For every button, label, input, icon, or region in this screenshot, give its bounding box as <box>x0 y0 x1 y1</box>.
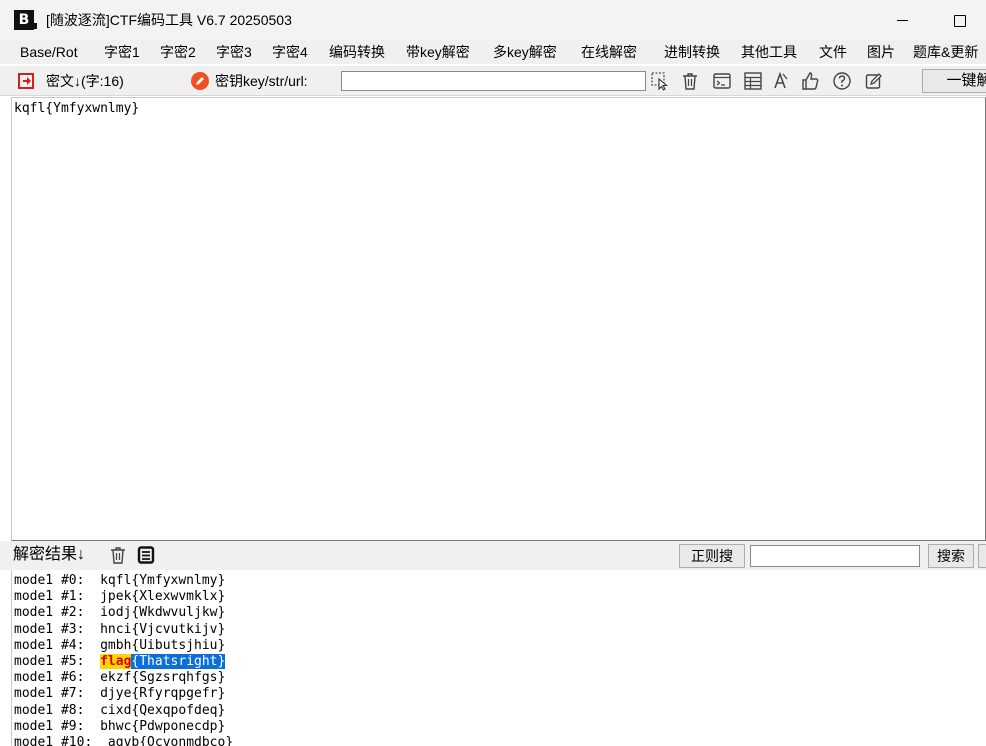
search-input[interactable] <box>750 545 920 567</box>
menu-file[interactable]: 文件 <box>819 43 847 61</box>
cursor-select-icon[interactable] <box>648 70 672 92</box>
result-row: mode1 #6: ekzf{Sgzsrqhfgs} <box>14 670 984 686</box>
edit-icon[interactable] <box>862 70 886 92</box>
result-mode-label: mode1 #2: <box>14 605 101 621</box>
menu-zimi-2[interactable]: 字密2 <box>160 43 196 61</box>
result-mode-label: mode1 #10: <box>14 734 108 746</box>
result-text: hnci{Vjcvutkijv} <box>100 621 226 637</box>
result-mode-label: mode1 #7: <box>14 686 101 702</box>
result-text: cixd{Qexqpofdeq} <box>100 702 226 718</box>
result-text: ekzf{Sgzsrqhfgs} <box>100 670 226 686</box>
table-icon[interactable] <box>741 70 765 92</box>
trash-icon[interactable] <box>678 70 702 92</box>
key-label: 密钥key/str/url: <box>215 73 308 89</box>
menu-online-decrypt[interactable]: 在线解密 <box>581 43 637 61</box>
menu-encoding-convert[interactable]: 编码转换 <box>329 43 385 61</box>
menu-base-convert[interactable]: 进制转换 <box>664 43 720 61</box>
key-input[interactable] <box>341 71 646 91</box>
search-button[interactable]: 搜索 <box>928 544 974 568</box>
results-label: 解密结果↓ <box>13 546 86 563</box>
result-text: jpek{Xlexwvmklx} <box>100 589 226 605</box>
selected-result-text: {Thatsright} <box>131 653 226 669</box>
terminal-icon[interactable] <box>710 70 734 92</box>
app-logo-icon: B <box>14 10 37 30</box>
font-icon[interactable] <box>769 70 793 92</box>
result-row: mode1 #1: jpek{Xlexwvmklx} <box>14 589 984 605</box>
result-mode-label: mode1 #8: <box>14 702 101 718</box>
flag-highlight: flag <box>100 653 132 669</box>
one-key-decrypt-button[interactable]: 一键解 <box>922 69 986 93</box>
result-row: mode1 #8: cixd{Qexqpofdeq} <box>14 703 984 719</box>
result-mode-label: mode1 #4: <box>14 637 101 653</box>
result-text: djye{Rfyrqpgefr} <box>100 686 226 702</box>
regex-search-button[interactable]: 正则搜 <box>679 544 745 568</box>
menu-base-rot[interactable]: Base/Rot <box>20 43 78 61</box>
menu-key-decrypt[interactable]: 带key解密 <box>406 43 470 61</box>
result-text: bhwc{Pdwponecdp} <box>100 718 226 734</box>
result-text: agvb{Ocvonmdbco} <box>107 734 234 746</box>
title-bar: B [随波逐流]CTF编码工具 V6.7 20250503 <box>0 0 986 40</box>
result-row: mode1 #4: gmbh{Uibutsjhiu} <box>14 638 984 654</box>
toolbar: 密文↓(字:16) 密钥key/str/url: 一键解 <box>0 66 986 96</box>
extra-button[interactable] <box>978 544 986 568</box>
menu-question-bank-update[interactable]: 题库&更新 <box>913 43 978 61</box>
key-pen-icon[interactable] <box>188 70 212 92</box>
ciphertext-label: 密文↓(字:16) <box>46 73 124 89</box>
minimize-button[interactable] <box>880 4 926 36</box>
copy-results-icon[interactable] <box>134 544 158 566</box>
result-mode-label: mode1 #0: <box>14 573 101 588</box>
ciphertext-editor[interactable]: kqfl{Ymfyxwnlmy} <box>11 97 986 541</box>
menu-bar: Base/Rot 字密1 字密2 字密3 字密4 编码转换 带key解密 多ke… <box>0 40 986 64</box>
menu-other-tools[interactable]: 其他工具 <box>741 43 797 61</box>
result-row: mode1 #9: bhwc{Pdwponecdp} <box>14 719 984 735</box>
result-mode-label: mode1 #6: <box>14 670 101 686</box>
result-row: mode1 #0: kqfl{Ymfyxwnlmy} <box>14 573 984 589</box>
results-list[interactable]: mode1 #0: kqfl{Ymfyxwnlmy} mode1 #1: jpek… <box>11 570 986 746</box>
result-mode-label: mode1 #9: <box>14 718 101 734</box>
result-row: mode1 #3: hnci{Vjcvutkijv} <box>14 622 984 638</box>
result-mode-label: mode1 #1: <box>14 589 101 605</box>
result-text: iodj{Wkdwvuljkw} <box>100 605 226 621</box>
result-text: gmbh{Uibutsjhiu} <box>100 637 226 653</box>
import-icon[interactable] <box>14 70 38 92</box>
maximize-button[interactable] <box>936 4 982 36</box>
menu-image[interactable]: 图片 <box>867 43 895 61</box>
clear-results-trash-icon[interactable] <box>106 544 130 566</box>
results-bar: 解密结果↓ 正则搜 搜索 <box>0 541 986 570</box>
menu-multikey-decrypt[interactable]: 多key解密 <box>493 43 557 61</box>
help-icon[interactable] <box>830 70 854 92</box>
menu-zimi-4[interactable]: 字密4 <box>272 43 308 61</box>
menu-zimi-3[interactable]: 字密3 <box>216 43 252 61</box>
result-row: mode1 #7: djye{Rfyrqpgefr} <box>14 686 984 702</box>
result-text: kqfl{Ymfyxwnlmy} <box>100 573 226 588</box>
window-title: [随波逐流]CTF编码工具 V6.7 20250503 <box>46 12 292 28</box>
result-mode-label: mode1 #5: <box>14 653 101 669</box>
result-row: mode1 #5: flag{Thatsright} <box>14 653 984 670</box>
result-row: mode1 #2: iodj{Wkdwvuljkw} <box>14 605 984 621</box>
menu-zimi-1[interactable]: 字密1 <box>104 43 140 61</box>
result-row: mode1 #10: agvb{Ocvonmdbco} <box>14 735 984 746</box>
thumbs-up-icon[interactable] <box>798 70 822 92</box>
result-mode-label: mode1 #3: <box>14 621 101 637</box>
